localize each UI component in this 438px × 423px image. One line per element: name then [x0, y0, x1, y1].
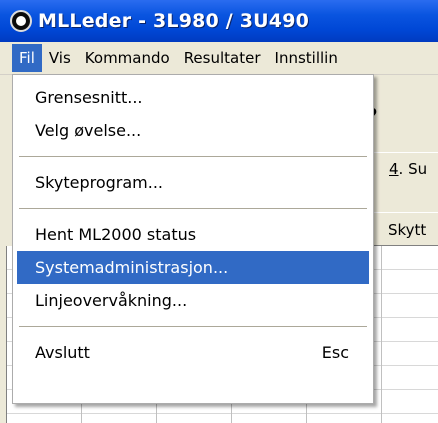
menu-vis[interactable]: Vis	[42, 44, 78, 72]
menu-item-label: Linjeovervåkning...	[35, 291, 188, 310]
menu-bar: Fil Vis Kommando Resultater Innstillin	[0, 42, 438, 75]
tab-su[interactable]: 4. Su	[370, 152, 438, 184]
tab-su-number: 4	[389, 160, 399, 178]
window-title: MLLeder - 3L980 / 3U490	[38, 10, 310, 32]
menu-item-velg-ovelse[interactable]: Velg øvelse...	[13, 114, 373, 147]
app-icon-center	[13, 13, 29, 29]
column-header-skytter[interactable]: Skytt	[370, 212, 438, 246]
menu-item-grensesnitt[interactable]: Grensesnitt...	[13, 81, 373, 114]
application-window: MLLeder - 3L980 / 3U490 Fil Vis Kommando…	[0, 0, 438, 423]
tab-su-label: . Su	[398, 160, 428, 178]
menu-separator	[19, 156, 367, 157]
title-bar: MLLeder - 3L980 / 3U490	[0, 0, 438, 42]
menu-item-shortcut: Esc	[321, 343, 349, 362]
menu-separator	[19, 208, 367, 209]
menu-innstillinger[interactable]: Innstillin	[268, 44, 345, 72]
menu-resultater[interactable]: Resultater	[177, 44, 268, 72]
menu-item-label: Hent ML2000 status	[35, 225, 197, 244]
menu-item-label: Skyteprogram...	[35, 173, 163, 192]
menu-item-hent-ml2000-status[interactable]: Hent ML2000 status	[13, 218, 373, 251]
menu-item-label: Velg øvelse...	[35, 121, 142, 140]
menu-item-label: Grensesnitt...	[35, 88, 143, 107]
app-icon[interactable]	[10, 10, 32, 32]
menu-kommando[interactable]: Kommando	[78, 44, 177, 72]
fil-dropdown-menu: Grensesnitt... Velg øvelse... Skyteprogr…	[12, 74, 374, 404]
menu-item-skyteprogram[interactable]: Skyteprogram...	[13, 166, 373, 199]
menu-fil[interactable]: Fil	[12, 44, 42, 72]
menu-item-linjeovervakning[interactable]: Linjeovervåkning...	[13, 284, 373, 317]
menu-item-label: Systemadministrasjon...	[35, 258, 229, 277]
menu-separator	[19, 326, 367, 327]
menu-item-systemadministrasjon[interactable]: Systemadministrasjon...	[17, 251, 369, 284]
menu-item-label: Avslutt	[35, 343, 90, 362]
menu-item-avslutt[interactable]: Avslutt Esc	[13, 336, 373, 369]
